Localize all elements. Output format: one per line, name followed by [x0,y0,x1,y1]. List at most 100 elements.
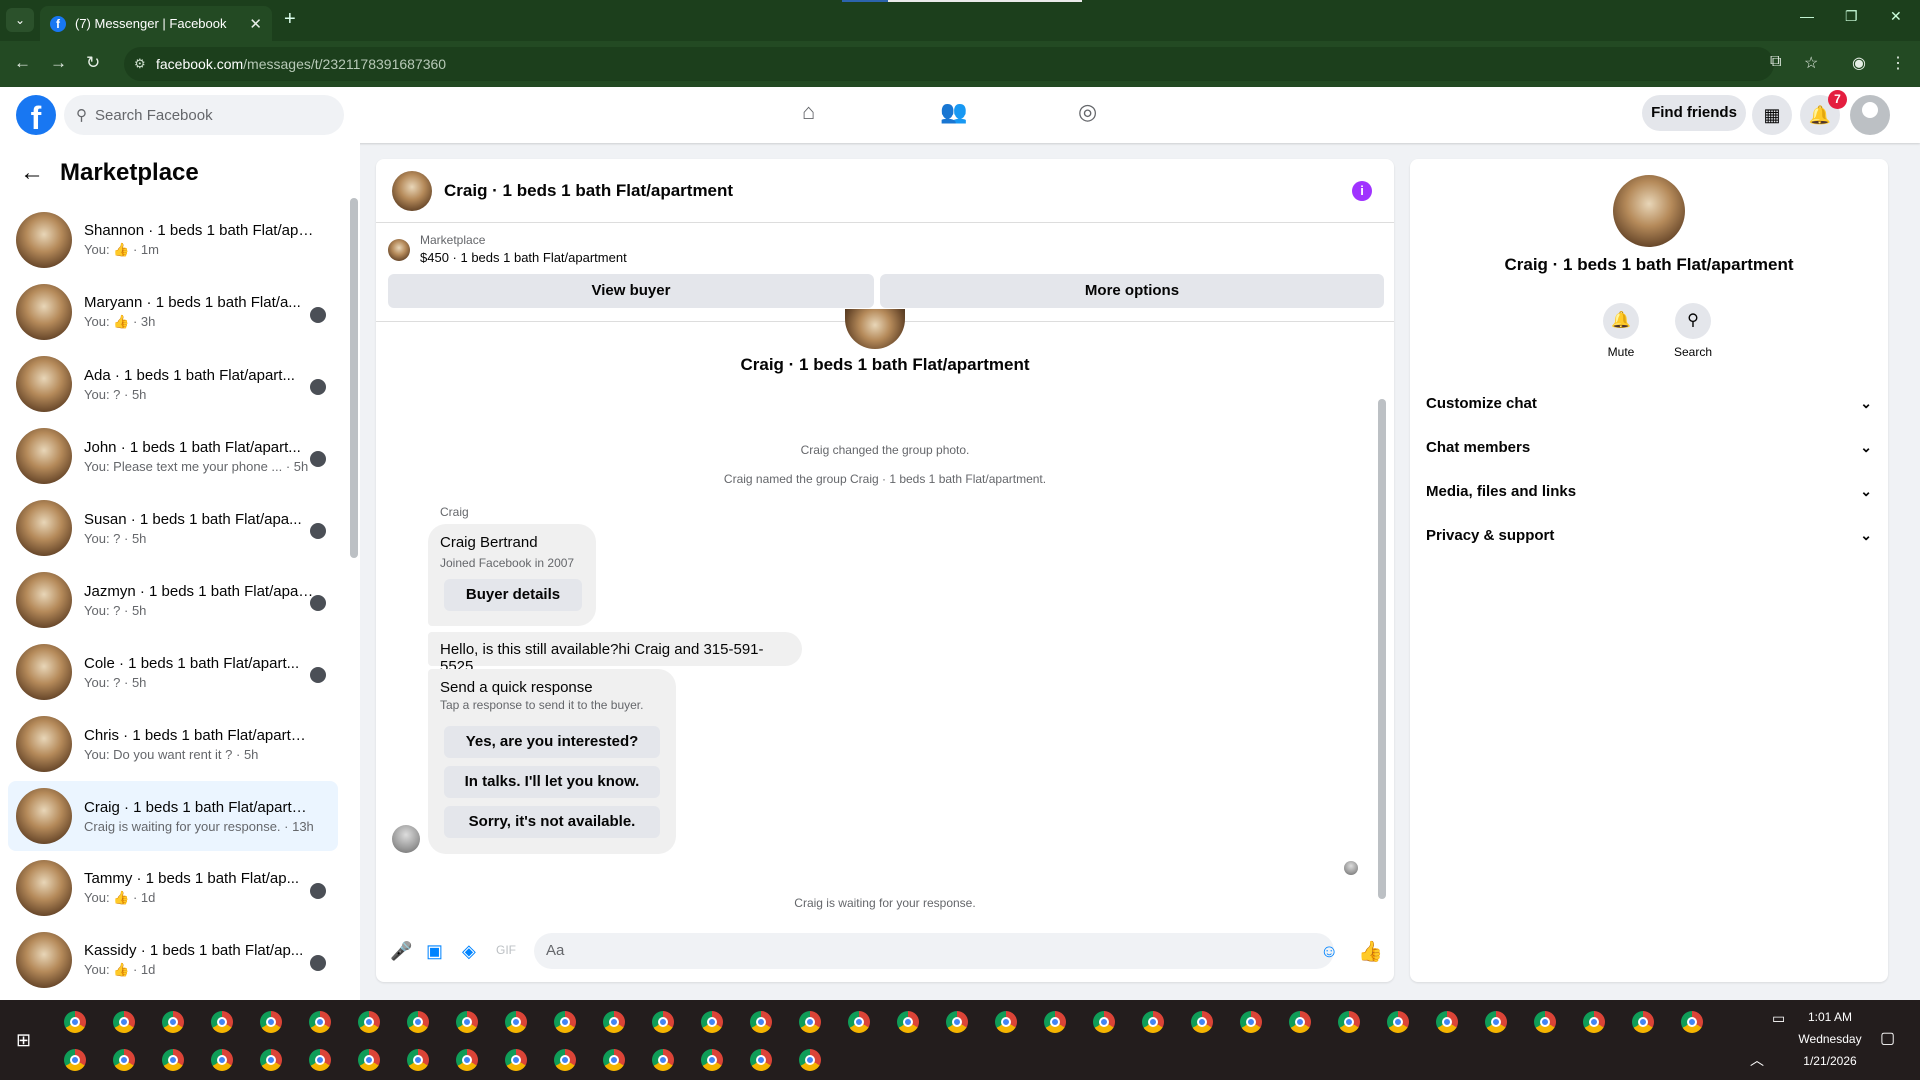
chrome-taskbar-icon[interactable] [995,1011,1017,1033]
tab-search-button[interactable]: ⌄ [6,8,34,32]
message-bubble[interactable]: Hello, is this still available?hi Craig … [428,632,802,675]
chrome-taskbar-icon[interactable] [1044,1011,1066,1033]
back-icon[interactable]: ← [14,53,31,73]
close-tab-icon[interactable]: ✕ [249,15,262,33]
more-options-button[interactable]: More options [880,274,1384,308]
chrome-taskbar-icon[interactable] [260,1049,282,1071]
conversation-item[interactable]: Maryann · 1 beds 1 bath Flat/a... You: 👍 … [8,277,338,347]
restore-icon[interactable]: ❐ [1845,8,1858,25]
buyer-details-button[interactable]: Buyer details [444,579,582,611]
quick-response-button[interactable]: In talks. I'll let you know. [444,766,660,798]
tray-chevron-icon[interactable]: ︿ [1750,1050,1764,1070]
chrome-taskbar-icon[interactable] [603,1011,625,1033]
chrome-taskbar-icon[interactable] [1681,1011,1703,1033]
conversation-item[interactable]: Ada · 1 beds 1 bath Flat/apart... You: ? … [8,349,338,419]
media-files-section[interactable]: Media, files and links ⌄ [1426,469,1872,513]
scrollbar[interactable] [350,198,358,558]
chrome-taskbar-icon[interactable] [456,1011,478,1033]
photo-icon[interactable]: ▣ [426,941,443,962]
site-info-icon[interactable]: ⚙ [134,56,146,72]
chrome-taskbar-icon[interactable] [1142,1011,1164,1033]
privacy-support-section[interactable]: Privacy & support ⌄ [1426,513,1872,557]
chat-members-section[interactable]: Chat members ⌄ [1426,425,1872,469]
chrome-taskbar-icon[interactable] [799,1049,821,1071]
chrome-taskbar-icon[interactable] [407,1049,429,1071]
view-buyer-button[interactable]: View buyer [388,274,874,308]
chrome-taskbar-icon[interactable] [1289,1011,1311,1033]
chrome-taskbar-icon[interactable] [309,1049,331,1071]
sticker-icon[interactable]: ◈ [462,941,476,962]
bookmark-star-icon[interactable]: ☆ [1804,53,1818,73]
chrome-taskbar-icon[interactable] [652,1011,674,1033]
avatar[interactable] [1850,95,1890,135]
chrome-taskbar-icon[interactable] [358,1049,380,1071]
chrome-taskbar-icon[interactable] [603,1049,625,1071]
chrome-taskbar-icon[interactable] [1338,1011,1360,1033]
info-avatar[interactable] [1613,175,1685,247]
chrome-taskbar-icon[interactable] [848,1011,870,1033]
gif-icon[interactable]: GIF [496,943,516,957]
facebook-logo[interactable]: f [16,95,56,136]
chrome-taskbar-icon[interactable] [897,1011,919,1033]
chrome-taskbar-icon[interactable] [456,1049,478,1071]
microphone-icon[interactable]: 🎤 [390,941,412,962]
menu-grid-icon[interactable]: ▦ [1752,95,1792,135]
sender-avatar[interactable] [392,825,420,853]
chrome-taskbar-icon[interactable] [505,1049,527,1071]
install-app-icon[interactable]: ⧉ [1770,53,1781,71]
windows-start-icon[interactable]: ⊞ [16,1030,31,1051]
quick-response-button[interactable]: Sorry, it's not available. [444,806,660,838]
like-thumb-icon[interactable]: 👍 [1358,939,1383,964]
chrome-taskbar-icon[interactable] [1436,1011,1458,1033]
message-input[interactable]: Aa [534,933,1334,969]
chrome-taskbar-icon[interactable] [113,1011,135,1033]
address-bar[interactable]: ⚙ facebook.com/messages/t/23211783916873… [124,47,1774,81]
conversation-item[interactable]: Susan · 1 beds 1 bath Flat/apa... You: ? … [8,493,338,563]
chrome-taskbar-icon[interactable] [1485,1011,1507,1033]
conversation-item[interactable]: Cole · 1 beds 1 bath Flat/apart... You: ?… [8,637,338,707]
chat-avatar[interactable] [392,170,432,211]
conversation-item[interactable]: Kassidy · 1 beds 1 bath Flat/ap... You: 👍… [8,925,338,995]
minimize-icon[interactable]: — [1800,8,1814,24]
chrome-taskbar-icon[interactable] [652,1049,674,1071]
chrome-taskbar-icon[interactable] [1632,1011,1654,1033]
find-friends-button[interactable]: Find friends [1642,95,1746,131]
reload-icon[interactable]: ↻ [86,53,100,73]
chrome-taskbar-icon[interactable] [260,1011,282,1033]
chrome-taskbar-icon[interactable] [407,1011,429,1033]
chrome-taskbar-icon[interactable] [1583,1011,1605,1033]
conversation-item[interactable]: Jazmyn · 1 beds 1 bath Flat/apar... You: … [8,565,338,635]
chrome-taskbar-icon[interactable] [358,1011,380,1033]
chrome-taskbar-icon[interactable] [701,1011,723,1033]
chrome-taskbar-icon[interactable] [1093,1011,1115,1033]
conversation-item[interactable]: Chris · 1 beds 1 bath Flat/apartm... You:… [8,709,338,779]
chrome-taskbar-icon[interactable] [162,1011,184,1033]
conversation-item[interactable]: Shannon · 1 beds 1 bath Flat/apa... You: … [8,205,338,275]
chrome-taskbar-icon[interactable] [211,1011,233,1033]
chrome-taskbar-icon[interactable] [64,1049,86,1071]
chrome-taskbar-icon[interactable] [113,1049,135,1071]
chrome-taskbar-icon[interactable] [554,1011,576,1033]
chrome-taskbar-icon[interactable] [554,1049,576,1071]
new-tab-button[interactable]: + [284,8,296,31]
chrome-taskbar-icon[interactable] [701,1049,723,1071]
browser-menu-icon[interactable]: ⋮ [1890,53,1906,73]
chrome-taskbar-icon[interactable] [946,1011,968,1033]
conversation-item[interactable]: Craig · 1 beds 1 bath Flat/apartm... Crai… [8,781,338,851]
chat-scrollbar[interactable] [1378,399,1386,899]
clock-time[interactable]: 1:01 AM [1790,1010,1870,1024]
search-input[interactable]: ⚲ Search Facebook [64,95,344,135]
account-icon[interactable]: ◉ [1852,53,1866,73]
chrome-taskbar-icon[interactable] [309,1011,331,1033]
emoji-icon[interactable]: ☺ [1320,941,1338,962]
back-arrow-icon[interactable]: ← [20,159,44,187]
chrome-taskbar-icon[interactable] [1240,1011,1262,1033]
mute-button[interactable]: 🔔 Mute [1591,303,1651,359]
friends-icon[interactable]: 👥 [940,99,967,125]
search-chat-button[interactable]: ⚲ Search [1663,303,1723,359]
quick-response-button[interactable]: Yes, are you interested? [444,726,660,758]
groups-icon[interactable]: ◎ [1078,99,1097,125]
chrome-taskbar-icon[interactable] [211,1049,233,1071]
network-icon[interactable]: ▭ [1772,1010,1785,1027]
conversation-item[interactable]: John · 1 beds 1 bath Flat/apart... You: P… [8,421,338,491]
